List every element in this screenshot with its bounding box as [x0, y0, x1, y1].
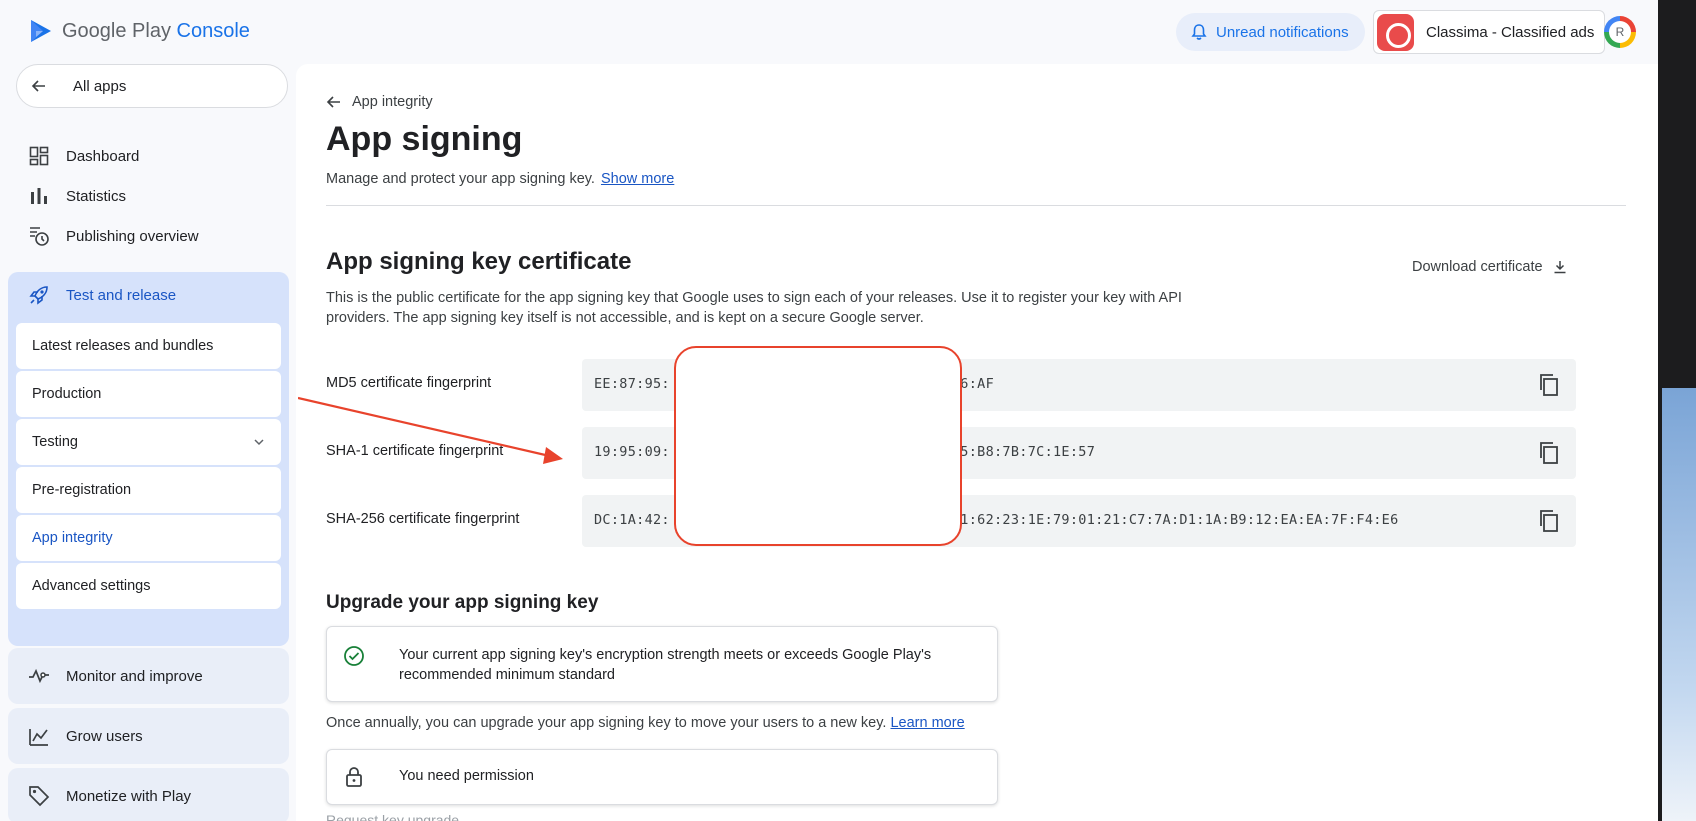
- sidebar-item-latest-releases[interactable]: Latest releases and bundles: [16, 323, 281, 369]
- chevron-down-icon: [254, 439, 264, 446]
- sidebar-item-advanced-settings[interactable]: Advanced settings: [16, 563, 281, 609]
- download-label: Download certificate: [1412, 259, 1543, 275]
- sidebar-item-pre-registration[interactable]: Pre-registration: [16, 467, 281, 513]
- test-and-release-group: Test and release Latest releases and bun…: [8, 272, 289, 646]
- logo-text: Google Play Console: [62, 19, 250, 42]
- page-subtitle: Manage and protect your app signing key.…: [326, 171, 674, 187]
- sidebar-item-app-integrity[interactable]: App integrity: [16, 515, 281, 561]
- copy-icon[interactable]: [1538, 373, 1560, 397]
- rocket-icon: [29, 286, 48, 305]
- sidebar-item-label: Dashboard: [66, 147, 140, 165]
- avatar-letter: R: [1609, 21, 1631, 43]
- download-certificate-button[interactable]: Download certificate: [1412, 259, 1567, 275]
- sub-item-label: Testing: [32, 434, 78, 450]
- group-label: Monetize with Play: [66, 787, 192, 805]
- key-strength-text: Your current app signing key's encryptio…: [399, 647, 932, 683]
- all-apps-label: All apps: [73, 77, 127, 95]
- certificate-section-title: App signing key certificate: [326, 248, 632, 275]
- upgrade-section-title: Upgrade your app signing key: [326, 592, 599, 613]
- dashboard-icon: [28, 145, 50, 167]
- play-logo-icon: [31, 20, 51, 42]
- show-more-link[interactable]: Show more: [601, 171, 674, 187]
- copy-icon[interactable]: [1538, 441, 1560, 465]
- tag-icon: [29, 786, 50, 807]
- bell-icon: [1191, 24, 1207, 40]
- play-console-logo[interactable]: Google Play Console: [28, 18, 250, 44]
- annotation-arrow: [298, 396, 563, 464]
- sidebar-item-dashboard[interactable]: Dashboard: [0, 136, 296, 176]
- sidebar-item-label: Statistics: [66, 187, 127, 205]
- copy-icon[interactable]: [1538, 509, 1560, 533]
- avatar[interactable]: R: [1604, 16, 1636, 48]
- sub-item-label: Pre-registration: [32, 482, 132, 498]
- breadcrumb-label: App integrity: [352, 94, 433, 110]
- app-selector[interactable]: Classima - Classified ads: [1373, 10, 1606, 54]
- vitals-icon: [29, 668, 49, 684]
- divider: [326, 205, 1626, 206]
- all-apps-button[interactable]: All apps: [16, 64, 288, 108]
- wallpaper-strip: [1662, 388, 1696, 821]
- sidebar-item-testing[interactable]: Testing: [16, 419, 281, 465]
- sidebar-group-monetize-with-play[interactable]: Monetize with Play: [8, 768, 289, 821]
- desktop-edge: [1658, 0, 1696, 821]
- notifications-label: Unread notifications: [1216, 23, 1349, 41]
- fingerprint-label: SHA-256 certificate fingerprint: [326, 511, 520, 527]
- key-strength-card: Your current app signing key's encryptio…: [326, 626, 998, 702]
- test-and-release-header[interactable]: Test and release: [28, 284, 176, 306]
- sidebar: All apps Dashboard Statistics Publishing…: [0, 64, 296, 821]
- app-icon: [1377, 13, 1414, 51]
- permission-card: You need permission: [326, 749, 998, 805]
- fingerprint-label: MD5 certificate fingerprint: [326, 375, 492, 391]
- group-label: Monitor and improve: [66, 667, 203, 685]
- sidebar-group-grow-users[interactable]: Grow users: [8, 708, 289, 764]
- top-bar: Google Play Console Unread notifications…: [0, 0, 1658, 64]
- sidebar-item-label: Publishing overview: [66, 227, 199, 245]
- sidebar-item-publishing-overview[interactable]: Publishing overview: [0, 216, 296, 256]
- arrow-back-icon: [326, 96, 340, 108]
- group-label: Test and release: [66, 286, 177, 304]
- upgrade-info: Once annually, you can upgrade your app …: [326, 715, 965, 731]
- redaction-box: [674, 346, 962, 546]
- certificate-description: This is the public certificate for the a…: [326, 290, 1182, 326]
- sub-item-label: Production: [32, 386, 102, 402]
- publishing-schedule-icon: [28, 225, 50, 247]
- arrow-back-icon: [31, 80, 45, 92]
- unread-notifications-button[interactable]: Unread notifications: [1176, 13, 1365, 51]
- lock-icon: [346, 767, 362, 787]
- learn-more-link[interactable]: Learn more: [890, 715, 964, 731]
- sidebar-item-statistics[interactable]: Statistics: [0, 176, 296, 216]
- sidebar-item-production[interactable]: Production: [16, 371, 281, 417]
- subtitle-text: Manage and protect your app signing key.: [326, 171, 595, 187]
- sub-item-label: Advanced settings: [32, 578, 151, 594]
- bar-chart-icon: [28, 185, 50, 207]
- permission-text: You need permission: [399, 768, 534, 784]
- growth-chart-icon: [29, 729, 48, 746]
- download-icon: [1554, 261, 1566, 274]
- upgrade-info-text: Once annually, you can upgrade your app …: [326, 715, 887, 731]
- group-label: Grow users: [66, 727, 143, 745]
- sidebar-group-monitor-and-improve[interactable]: Monitor and improve: [8, 648, 289, 704]
- request-key-upgrade-button[interactable]: Request key upgrade: [326, 812, 459, 821]
- sub-item-label: App integrity: [32, 530, 113, 546]
- breadcrumb[interactable]: App integrity: [326, 94, 433, 110]
- page-title: App signing: [326, 120, 523, 158]
- app-name: Classima - Classified ads: [1426, 23, 1595, 41]
- sub-item-label: Latest releases and bundles: [32, 338, 214, 354]
- check-circle-icon: [344, 646, 364, 666]
